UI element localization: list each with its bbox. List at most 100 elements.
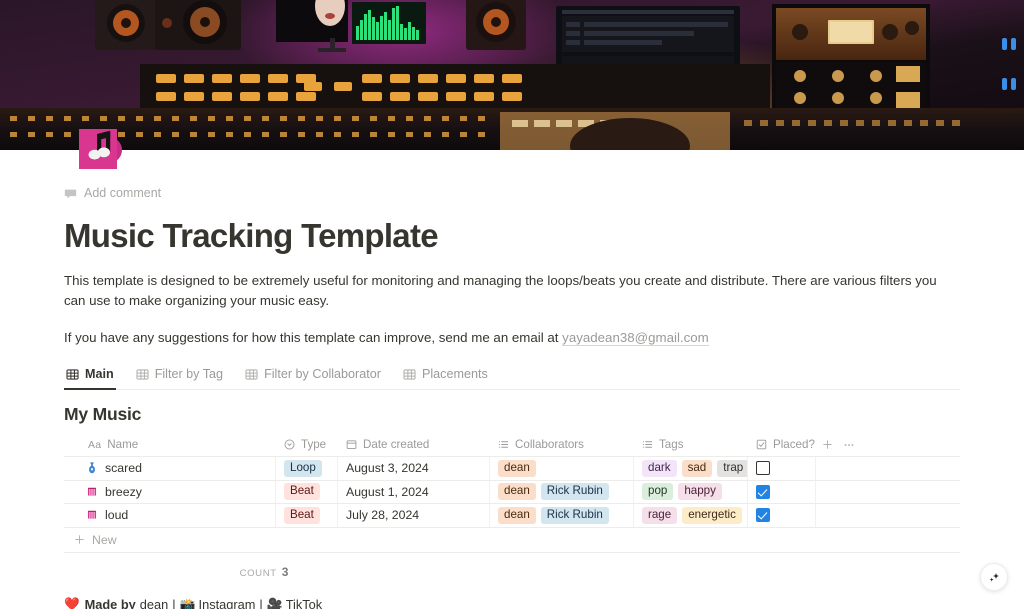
camera-icon: 📸 xyxy=(180,597,196,609)
plus-icon xyxy=(74,534,85,545)
cell-collaborators[interactable]: dean Rick Rubin xyxy=(490,481,634,504)
xylophone-icon xyxy=(86,486,98,498)
heart-icon: ❤️ xyxy=(64,597,80,609)
table-row[interactable]: scared Loop August 3, 2024 dean dark sad… xyxy=(64,457,960,481)
multiselect-icon xyxy=(498,439,509,450)
separator: | xyxy=(172,597,175,609)
multiselect-icon xyxy=(642,439,653,450)
column-header-name-label: Name xyxy=(107,438,138,451)
type-pill: Beat xyxy=(284,483,320,500)
email-link[interactable]: yayadean38@gmail.com xyxy=(562,330,709,346)
type-pill: Loop xyxy=(284,460,322,477)
guitar-icon xyxy=(86,462,98,474)
ellipsis-icon xyxy=(843,439,855,451)
cell-type[interactable]: Loop xyxy=(276,457,338,480)
cell-date-created[interactable]: August 3, 2024 xyxy=(338,457,490,480)
database-title: My Music xyxy=(64,404,960,425)
description-paragraph-2: If you have any suggestions for how this… xyxy=(64,328,940,348)
column-header-placed-label: Placed? xyxy=(773,438,815,451)
add-comment-label: Add comment xyxy=(84,186,161,200)
page-title: Music Tracking Template xyxy=(64,216,960,256)
plus-icon xyxy=(822,439,833,450)
tag-pill: energetic xyxy=(682,507,742,524)
tab-main-label: Main xyxy=(85,367,114,381)
row-count[interactable]: COUNT 3 xyxy=(64,565,464,579)
cell-date-created[interactable]: July 28, 2024 xyxy=(338,504,490,527)
collaborator-pill: dean xyxy=(498,507,536,524)
instagram-link[interactable]: Instagram xyxy=(199,597,256,609)
cell-empty xyxy=(816,481,936,504)
select-icon xyxy=(284,439,295,450)
sparkle-icon xyxy=(987,570,1002,585)
column-header-tags[interactable]: Tags xyxy=(634,433,748,457)
cell-name[interactable]: breezy xyxy=(64,481,276,504)
author-name: dean xyxy=(140,597,168,609)
tag-pill: pop xyxy=(642,483,673,500)
checkbox-icon xyxy=(756,439,767,450)
tag-pill: happy xyxy=(678,483,722,500)
cell-name[interactable]: scared xyxy=(64,457,276,480)
column-header-date-created[interactable]: Date created xyxy=(338,433,490,457)
table-more-options-button[interactable] xyxy=(838,434,860,456)
cell-tags[interactable]: rage energetic xyxy=(634,504,748,527)
table-icon xyxy=(136,368,149,381)
add-comment-button[interactable]: Add comment xyxy=(64,186,161,200)
page-content: Add comment Music Tracking Template This… xyxy=(0,186,1024,609)
tab-filter-by-collaborator[interactable]: Filter by Collaborator xyxy=(243,364,383,390)
tiktok-link[interactable]: TikTok xyxy=(286,597,323,609)
cell-name[interactable]: loud xyxy=(64,504,276,527)
view-tabs: Main Filter by Tag Filter by Collaborato… xyxy=(64,364,960,390)
tab-placements-label: Placements xyxy=(422,367,488,381)
aa-text-icon: Aa xyxy=(88,439,101,451)
row-name-label: breezy xyxy=(105,485,142,499)
footer-credits: ❤️ Made by dean | 📸 Instagram | 🎥 TikTok xyxy=(64,597,960,609)
cell-placed[interactable] xyxy=(748,457,816,480)
count-value: 3 xyxy=(282,565,289,579)
tab-filter-by-tag[interactable]: Filter by Tag xyxy=(134,364,225,390)
notion-ai-button[interactable] xyxy=(980,563,1008,591)
placed-checkbox[interactable] xyxy=(756,485,770,499)
tab-filter-by-tag-label: Filter by Tag xyxy=(155,367,223,381)
made-by-label: Made by xyxy=(85,597,136,609)
column-header-tags-label: Tags xyxy=(659,438,684,451)
new-row-label: New xyxy=(92,533,117,547)
cell-type[interactable]: Beat xyxy=(276,481,338,504)
cell-tags[interactable]: dark sad trap xyxy=(634,457,748,480)
placed-checkbox[interactable] xyxy=(756,508,770,522)
cell-tags[interactable]: pop happy xyxy=(634,481,748,504)
tag-pill: dark xyxy=(642,460,677,477)
suggestion-text: If you have any suggestions for how this… xyxy=(64,330,562,345)
tab-main[interactable]: Main xyxy=(64,364,116,390)
table-row[interactable]: loud Beat July 28, 2024 dean Rick Rubin … xyxy=(64,504,960,528)
column-header-name[interactable]: Aa Name xyxy=(64,433,276,457)
table-row[interactable]: breezy Beat August 1, 2024 dean Rick Rub… xyxy=(64,481,960,505)
add-column-button[interactable] xyxy=(816,434,838,456)
new-row-button[interactable]: New xyxy=(64,528,960,553)
column-header-type[interactable]: Type xyxy=(276,433,338,457)
calendar-icon xyxy=(346,439,357,450)
tab-filter-by-collaborator-label: Filter by Collaborator xyxy=(264,367,381,381)
music-note-record-icon xyxy=(76,126,124,174)
cell-empty xyxy=(816,504,936,527)
tab-placements[interactable]: Placements xyxy=(401,364,490,390)
table-icon xyxy=(403,368,416,381)
row-name-label: loud xyxy=(105,508,128,522)
cell-date-created[interactable]: August 1, 2024 xyxy=(338,481,490,504)
table-header-row: Aa Name Type Date created xyxy=(64,433,960,457)
collaborator-pill: Rick Rubin xyxy=(541,507,609,524)
cell-placed[interactable] xyxy=(748,481,816,504)
cell-collaborators[interactable]: dean xyxy=(490,457,634,480)
cell-collaborators[interactable]: dean Rick Rubin xyxy=(490,504,634,527)
page-icon[interactable] xyxy=(76,126,124,174)
separator: | xyxy=(259,597,262,609)
count-label: COUNT xyxy=(240,568,277,579)
placed-checkbox[interactable] xyxy=(756,461,770,475)
column-header-placed[interactable]: Placed? xyxy=(748,433,816,457)
column-header-collaborators[interactable]: Collaborators xyxy=(490,433,634,457)
studio-photo xyxy=(0,0,1024,150)
collaborator-pill: dean xyxy=(498,460,536,477)
cell-placed[interactable] xyxy=(748,504,816,527)
cell-type[interactable]: Beat xyxy=(276,504,338,527)
type-pill: Beat xyxy=(284,507,320,524)
comment-icon xyxy=(64,187,77,200)
